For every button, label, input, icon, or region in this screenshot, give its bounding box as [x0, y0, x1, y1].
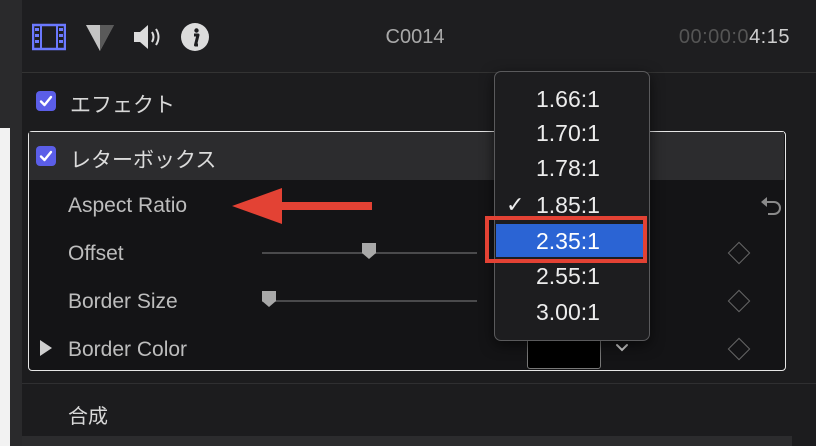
disclosure-triangle-icon[interactable] — [40, 340, 52, 356]
letterbox-label: レターボックス — [70, 149, 217, 172]
annotation-highlight-box — [485, 216, 647, 263]
menu-item[interactable]: 1.78:1 — [536, 155, 600, 182]
letterbox-checkbox[interactable] — [36, 146, 56, 166]
border-size-slider-thumb[interactable] — [261, 290, 277, 308]
compositing-label: 合成 — [68, 406, 108, 428]
section-divider — [22, 383, 816, 384]
film-icon[interactable] — [31, 22, 67, 52]
aspect-ratio-label: Aspect Ratio — [68, 194, 188, 217]
timecode-dim: 00:00:0 — [678, 26, 750, 48]
info-icon[interactable] — [180, 22, 210, 52]
effects-checkbox[interactable] — [36, 91, 56, 111]
menu-item[interactable]: 3.00:1 — [536, 299, 600, 326]
menu-item[interactable]: 1.70:1 — [536, 120, 600, 147]
border-size-slider[interactable] — [262, 300, 477, 302]
timecode: 00:00:04:15 — [600, 26, 790, 49]
checkmark-icon: ✓ — [506, 192, 525, 217]
menu-item[interactable]: 2.55:1 — [536, 263, 600, 290]
reset-icon[interactable] — [760, 194, 782, 218]
audio-icon[interactable] — [132, 22, 164, 52]
timecode-bright: 4:15 — [749, 26, 790, 48]
chevron-down-icon[interactable] — [614, 340, 630, 356]
left-window-edge — [0, 128, 10, 446]
clip-name: C0014 — [385, 26, 445, 48]
menu-item[interactable]: 1.66:1 — [536, 86, 600, 113]
menu-item-selected[interactable]: 1.85:1 — [536, 192, 600, 219]
compositing-row — [22, 436, 792, 446]
border-color-label: Border Color — [68, 338, 188, 361]
offset-label: Offset — [68, 242, 124, 265]
color-icon[interactable] — [84, 21, 116, 53]
annotation-arrow-icon — [230, 186, 374, 226]
effects-label: エフェクト — [70, 94, 175, 117]
offset-slider-thumb[interactable] — [361, 242, 377, 260]
border-size-label: Border Size — [68, 290, 178, 313]
